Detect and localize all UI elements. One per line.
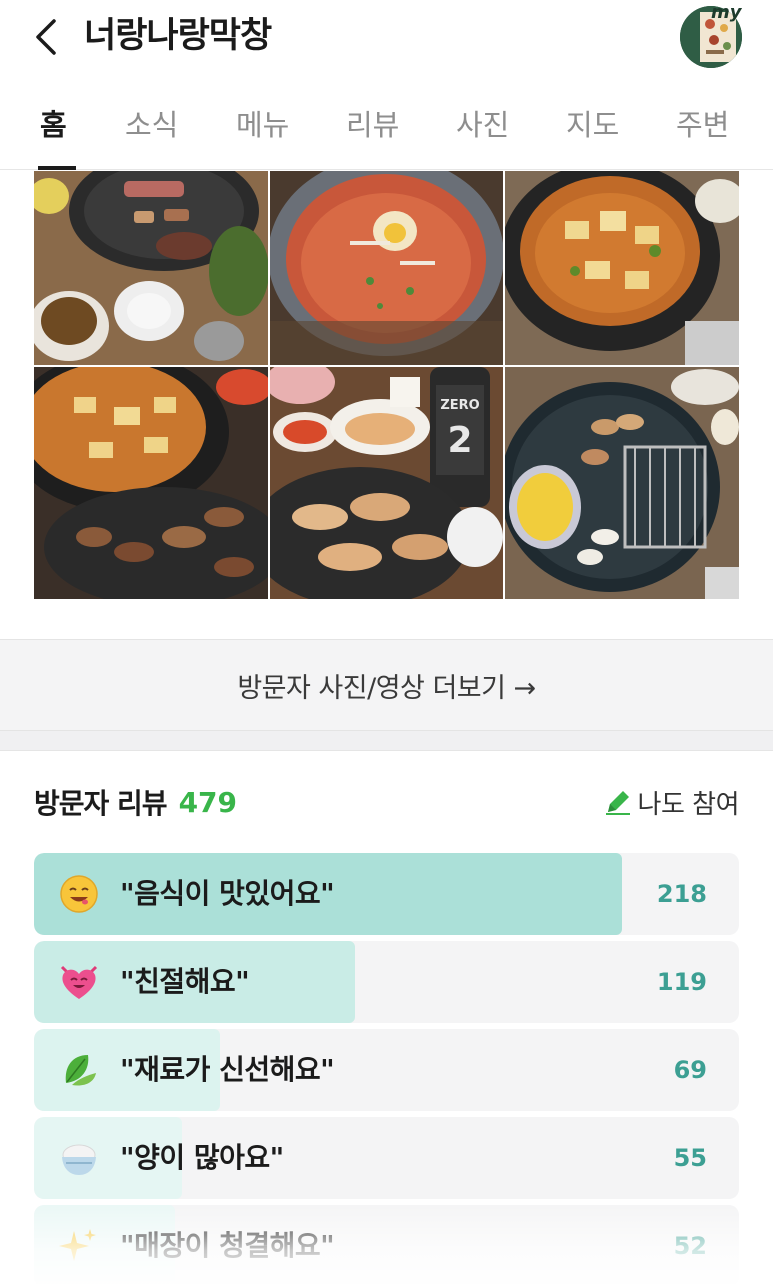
sparkles-icon bbox=[59, 1229, 96, 1261]
review-keyword-label: "음식이 맛있어요" bbox=[120, 877, 335, 910]
review-keyword-row[interactable]: "양이 많아요" 55 bbox=[34, 1117, 739, 1199]
photo-grid: ZERO 2 bbox=[34, 171, 739, 599]
more-visitor-photos-label: 방문자 사진/영상 더보기 → bbox=[237, 672, 536, 704]
soju-brand-text: ZERO bbox=[440, 398, 479, 413]
section-divider bbox=[0, 731, 773, 751]
review-keyword-count: 218 bbox=[656, 880, 707, 908]
review-keyword-count: 52 bbox=[673, 1232, 707, 1260]
chevron-left-icon bbox=[36, 19, 56, 55]
my-badge: my bbox=[711, 2, 742, 23]
tab-bar: 홈 소식 메뉴 리뷰 사진 지도 주변 bbox=[0, 92, 773, 170]
tab-map[interactable]: 지도 bbox=[566, 106, 619, 144]
cold-noodle-soup-photo[interactable] bbox=[270, 171, 503, 365]
review-keyword-row[interactable]: "재료가 신선해요" 69 bbox=[34, 1029, 739, 1111]
visitor-review-count: 479 bbox=[178, 785, 238, 819]
smiling-face-icon bbox=[60, 875, 98, 913]
join-review-label: 나도 참여 bbox=[637, 789, 740, 820]
grilled-meat-on-grill-photo[interactable] bbox=[34, 171, 268, 365]
visitor-review-title: 방문자 리뷰 bbox=[34, 787, 168, 820]
review-keyword-count: 69 bbox=[673, 1056, 707, 1084]
review-keyword-row[interactable]: "친절해요" 119 bbox=[34, 941, 739, 1023]
more-visitor-photos-button[interactable]: 방문자 사진/영상 더보기 → bbox=[0, 639, 773, 731]
rice-bowl-icon bbox=[62, 1144, 96, 1175]
section-spacer bbox=[0, 599, 773, 639]
heart-face-icon bbox=[60, 965, 98, 999]
review-keyword-label: "재료가 신선해요" bbox=[120, 1053, 335, 1086]
review-keyword-row[interactable]: "음식이 맛있어요" 218 bbox=[34, 853, 739, 935]
tab-news[interactable]: 소식 bbox=[125, 106, 178, 144]
soju-number-text: 2 bbox=[447, 420, 472, 461]
stew-and-grilled-meat-photo[interactable] bbox=[34, 367, 268, 599]
tab-home[interactable]: 홈 bbox=[40, 106, 67, 144]
leaf-icon bbox=[65, 1055, 96, 1086]
doenjang-stew-photo[interactable] bbox=[505, 171, 739, 365]
page-title: 너랑나랑막창 bbox=[84, 16, 272, 56]
grill-with-corn-cheese-photo[interactable] bbox=[505, 367, 739, 599]
pencil-icon bbox=[605, 791, 630, 815]
tab-reviews[interactable]: 리뷰 bbox=[346, 106, 399, 144]
review-keyword-label: "매장이 청결해요" bbox=[120, 1229, 335, 1262]
tab-photos[interactable]: 사진 bbox=[456, 106, 509, 144]
review-keyword-label: "친절해요" bbox=[120, 965, 250, 998]
join-review-button[interactable]: 나도 참여 bbox=[604, 782, 740, 822]
active-tab-indicator bbox=[38, 166, 76, 170]
review-keyword-count: 119 bbox=[656, 968, 707, 996]
review-keyword-label: "양이 많아요" bbox=[120, 1141, 284, 1174]
visitor-review-header: 방문자 리뷰 479 bbox=[34, 778, 237, 826]
tab-menu[interactable]: 메뉴 bbox=[236, 106, 289, 144]
review-keyword-count: 55 bbox=[673, 1144, 707, 1172]
grilled-meat-and-soju-photo[interactable]: ZERO 2 bbox=[270, 367, 503, 599]
review-keyword-row[interactable]: "매장이 청결해요" 52 bbox=[34, 1205, 739, 1284]
tab-nearby[interactable]: 주변 bbox=[676, 106, 729, 144]
back-button[interactable] bbox=[28, 14, 64, 60]
top-bar: 너랑나랑막창 my bbox=[0, 0, 773, 80]
